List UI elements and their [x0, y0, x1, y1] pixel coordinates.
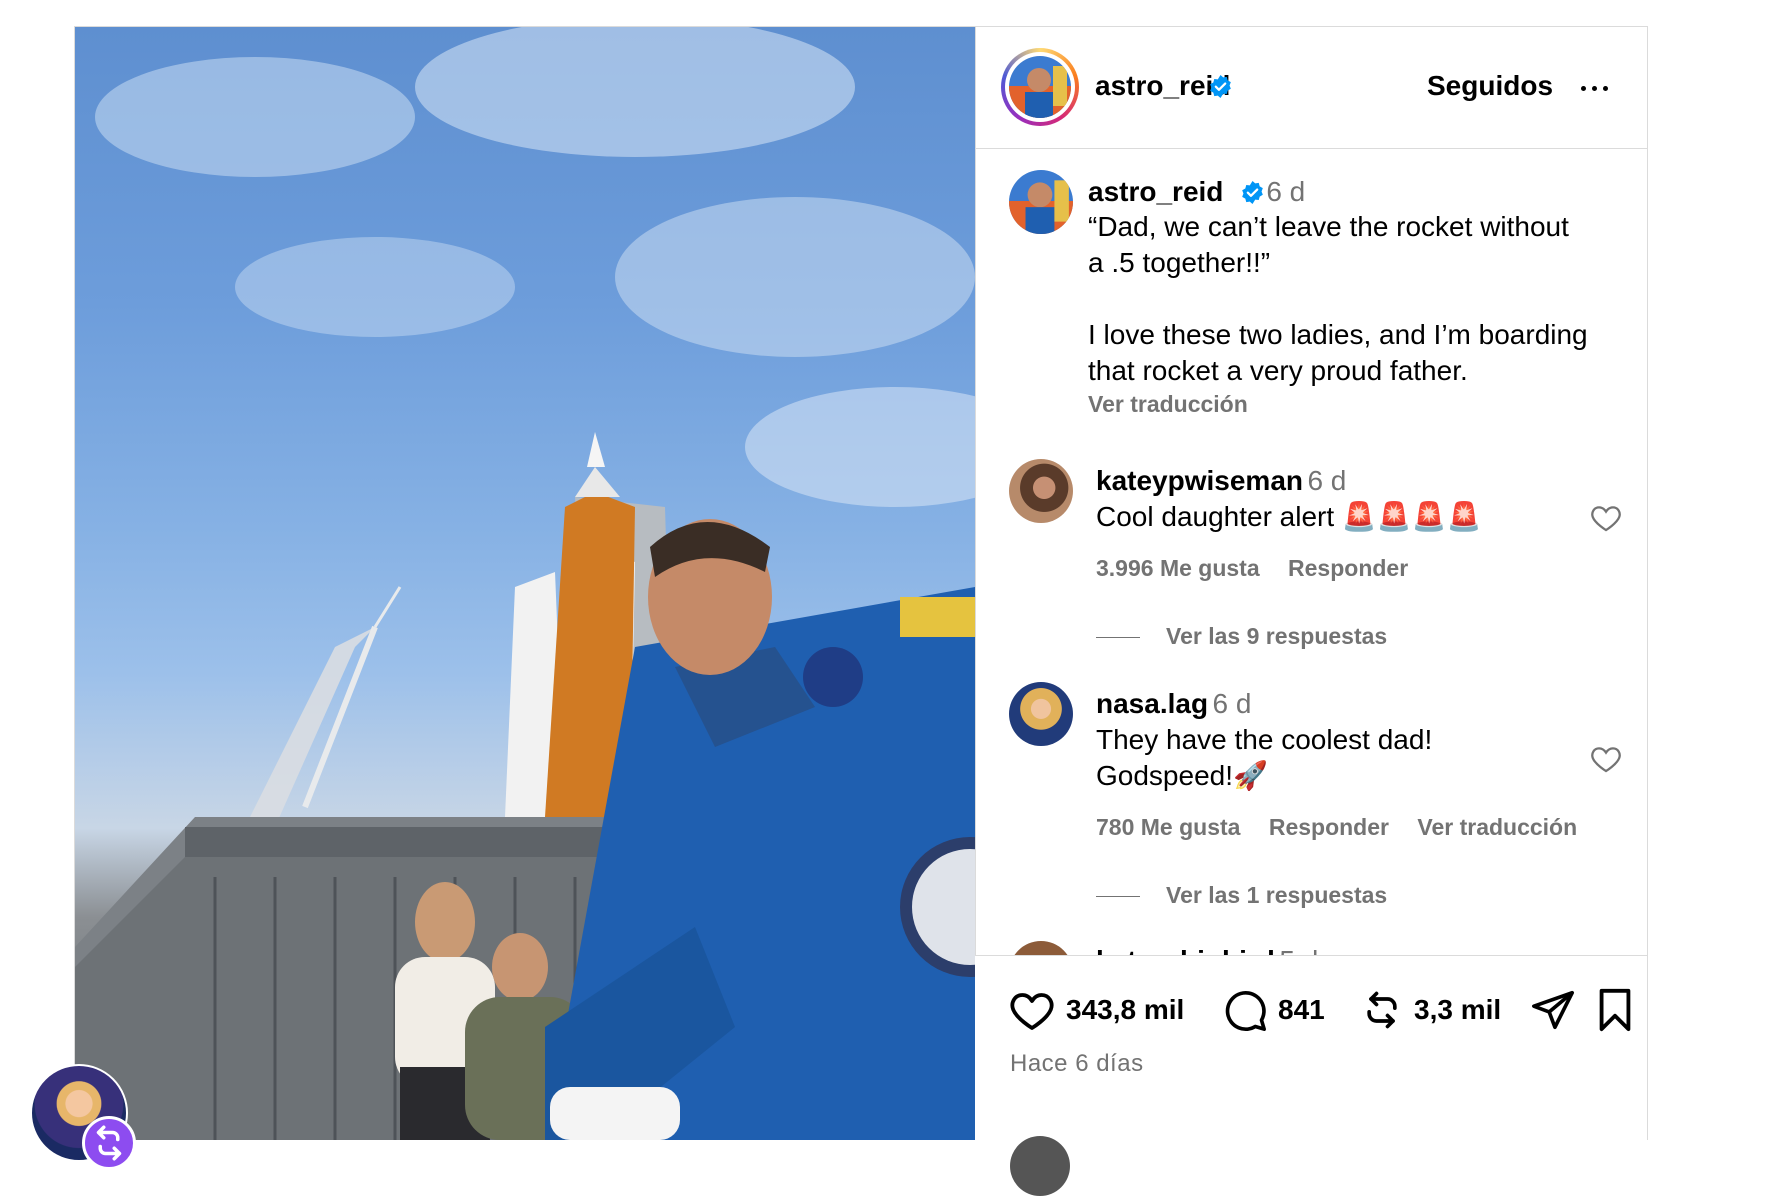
bookmark-icon — [1599, 988, 1631, 1032]
share-button[interactable] — [1530, 988, 1576, 1032]
comment-text: They have the coolest dad! Godspeed!🚀 — [1096, 722, 1432, 794]
comment-header: nasa.lag 6 d — [1096, 688, 1251, 720]
comment-header: kateypwiseman 6 d — [1096, 465, 1346, 497]
comment-username[interactable]: kateypwiseman — [1096, 465, 1303, 496]
save-button[interactable] — [1594, 988, 1636, 1032]
comment-meta: 3.996 Me gusta Responder — [1096, 555, 1430, 582]
comment-bubble-icon — [1225, 991, 1266, 1032]
paper-plane-icon — [1532, 990, 1574, 1030]
caption-translate-link[interactable]: Ver traducción — [1088, 391, 1270, 418]
author-avatar[interactable] — [1001, 48, 1079, 126]
repost-icon — [96, 1125, 122, 1161]
replies-divider — [1096, 896, 1140, 898]
comment-likes[interactable]: 780 Me gusta — [1096, 814, 1240, 840]
like-comment-icon[interactable] — [1589, 501, 1623, 535]
comment-line: Godspeed!🚀 — [1096, 760, 1268, 791]
comments-count[interactable]: 841 — [1278, 994, 1325, 1026]
astronaut-avatar-icon — [1009, 170, 1073, 234]
comments-panel[interactable]: astro_reid 6 d “Dad, we can’t leave the … — [975, 149, 1647, 955]
comment-time: 6 d — [1212, 688, 1252, 719]
post-photo[interactable] — [75, 27, 975, 1140]
caption-header: astro_reid 6 d — [1088, 176, 1305, 208]
following-button[interactable]: Seguidos — [1427, 70, 1553, 102]
caption-username[interactable]: astro_reid — [1088, 176, 1223, 207]
reply-button[interactable]: Responder — [1288, 555, 1408, 581]
post-date: Hace 6 días — [1010, 1050, 1144, 1077]
view-replies-button[interactable]: Ver las 1 respuestas — [1096, 882, 1387, 909]
action-bar — [975, 955, 1647, 1140]
comment-likes[interactable]: 3.996 Me gusta — [1096, 555, 1260, 581]
caption-time: 6 d — [1266, 176, 1306, 207]
caption-line: “Dad, we can’t leave the rocket without — [1088, 211, 1569, 242]
comment-header: katyrobinbird 5 d — [1096, 945, 1318, 955]
verified-badge-icon — [1210, 75, 1231, 98]
more-options-icon[interactable] — [1574, 68, 1614, 108]
repost-button[interactable]: 3,3 mil — [1360, 988, 1501, 1032]
rocket-selfie-illustration — [75, 27, 975, 1140]
comment-avatar[interactable] — [1009, 459, 1073, 523]
reposts-count[interactable]: 3,3 mil — [1414, 994, 1501, 1026]
viewer-avatar — [1010, 1136, 1070, 1196]
heart-icon — [1010, 993, 1054, 1030]
caption-line: I love these two ladies, and I’m boardin… — [1088, 319, 1588, 350]
astronaut-avatar-icon — [1009, 56, 1071, 118]
see-translation-link[interactable]: Ver traducción — [1417, 814, 1577, 840]
comment-button[interactable]: 841 — [1222, 988, 1325, 1032]
likes-count[interactable]: 343,8 mil — [1066, 994, 1184, 1026]
comment-line: They have the coolest dad! — [1096, 724, 1433, 755]
caption-text: “Dad, we can’t leave the rocket without … — [1088, 209, 1628, 389]
caption-author-avatar[interactable] — [1009, 170, 1073, 234]
view-replies-label[interactable]: Ver las 9 respuestas — [1166, 623, 1387, 649]
like-button[interactable]: 343,8 mil — [1008, 988, 1184, 1032]
comment-username[interactable]: nasa.lag — [1096, 688, 1208, 719]
comment-time: 6 d — [1307, 465, 1347, 496]
comment-meta: 780 Me gusta Responder Ver traducción — [1096, 814, 1599, 841]
replies-divider — [1096, 637, 1140, 639]
comment-avatar[interactable] — [1009, 941, 1073, 955]
caption-line: that rocket a very proud father. — [1088, 355, 1468, 386]
comment-text: Cool daughter alert 🚨🚨🚨🚨 — [1096, 501, 1482, 532]
view-replies-label[interactable]: Ver las 1 respuestas — [1166, 882, 1387, 908]
repost-icon — [1367, 991, 1397, 1029]
reply-button[interactable]: Responder — [1269, 814, 1389, 840]
comment-username[interactable]: katyrobinbird — [1096, 945, 1275, 955]
avatar-image — [1009, 56, 1071, 118]
comment-time: 5 d — [1279, 945, 1318, 955]
avatar-ring-inner — [1005, 52, 1075, 122]
view-replies-button[interactable]: Ver las 9 respuestas — [1096, 623, 1387, 650]
repost-badge-icon — [82, 1116, 136, 1170]
see-translation-link[interactable]: Ver traducción — [1088, 391, 1248, 417]
verified-badge-icon — [1242, 181, 1263, 204]
like-comment-icon[interactable] — [1589, 742, 1623, 776]
comment-avatar[interactable] — [1009, 682, 1073, 746]
caption-line: a .5 together!!” — [1088, 247, 1271, 278]
